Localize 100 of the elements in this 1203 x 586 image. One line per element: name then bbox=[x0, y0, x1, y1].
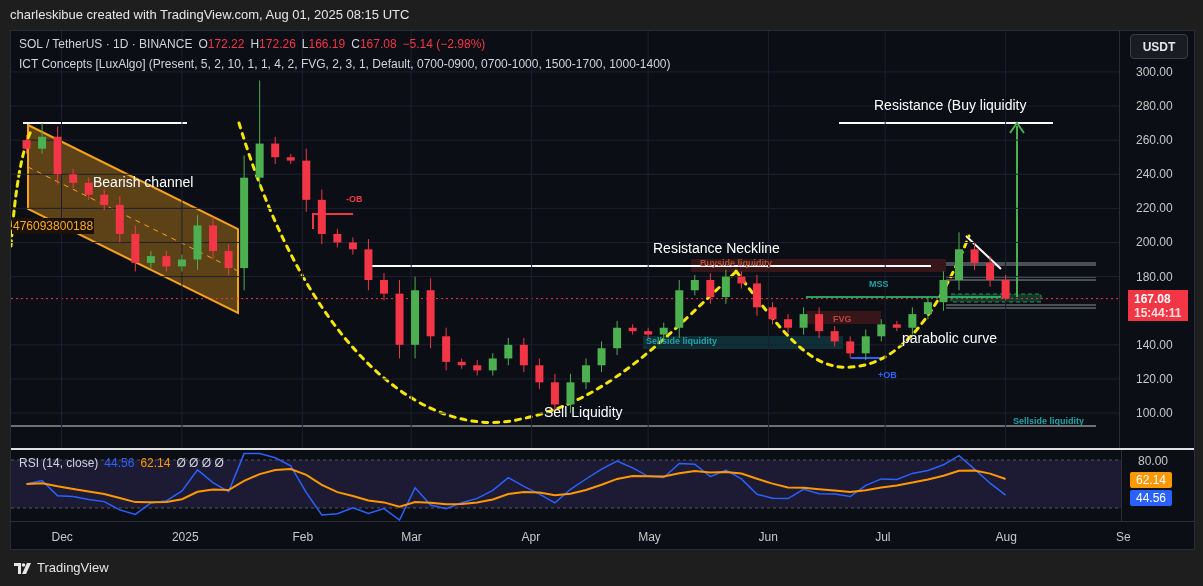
candle bbox=[442, 327, 451, 371]
zone-label: -OB bbox=[346, 194, 363, 204]
logo-icon bbox=[14, 562, 31, 574]
candle bbox=[644, 327, 653, 339]
candle bbox=[613, 320, 622, 356]
ohlc-value: L166.19 bbox=[301, 36, 346, 53]
indicator-flags: Ø Ø Ø Ø bbox=[176, 455, 224, 472]
zone-label: FVG bbox=[833, 314, 852, 324]
candle bbox=[830, 325, 839, 347]
candle bbox=[193, 214, 202, 271]
brand-name: TradingView bbox=[37, 559, 109, 578]
candle bbox=[224, 243, 233, 276]
candle bbox=[535, 357, 544, 390]
candle bbox=[582, 357, 590, 390]
candle bbox=[131, 224, 140, 272]
indicator-label: RSI (14, close) bbox=[19, 455, 99, 472]
indicator-value: 44.56 bbox=[104, 455, 135, 472]
axis-label: Dec bbox=[51, 530, 73, 544]
candle bbox=[706, 272, 715, 305]
candle bbox=[799, 306, 808, 336]
indicator-value: 62.14 bbox=[140, 455, 171, 472]
axis-label: 140.00 bbox=[1136, 337, 1173, 352]
chart-label: Sell Liquidity bbox=[544, 404, 623, 420]
candle bbox=[815, 306, 824, 339]
symbol-label: SOL / TetherUS · 1D · BINANCE bbox=[19, 36, 193, 53]
value-label: 476093800188 bbox=[12, 218, 95, 234]
indicator-label: ICT Concepts [LuxAlgo] (Present, 5, 2, 10, 1, 1, 4, 2, FVG, 2, 3, 1, Default, 0700-0900, 0700-1000, 1500-1700, 1000-1400) bbox=[19, 56, 671, 73]
value-tag: 62.14 bbox=[1130, 472, 1173, 488]
candle bbox=[675, 279, 684, 339]
candle bbox=[861, 328, 870, 361]
ohlc-value: O172.22 bbox=[198, 36, 245, 53]
candle bbox=[846, 335, 855, 359]
axis-label: 280.00 bbox=[1136, 99, 1173, 114]
change-value: −5.14 (−2.98%) bbox=[402, 36, 486, 53]
axis-label: Feb bbox=[292, 530, 314, 544]
candle bbox=[768, 301, 777, 325]
axis-label: 220.00 bbox=[1136, 201, 1173, 216]
candle bbox=[970, 242, 979, 271]
zone-label: +OB bbox=[878, 370, 897, 380]
candle bbox=[22, 134, 31, 155]
chart-label: parabolic curve bbox=[902, 330, 997, 346]
candle bbox=[84, 177, 93, 201]
countdown: 15:44:11 bbox=[1134, 305, 1182, 320]
candle bbox=[488, 352, 497, 376]
candle bbox=[177, 253, 186, 272]
candle bbox=[162, 250, 171, 272]
candle bbox=[457, 357, 466, 370]
candle bbox=[752, 274, 761, 317]
candle bbox=[1001, 274, 1010, 301]
candle bbox=[38, 122, 47, 155]
axis-label: May bbox=[638, 530, 661, 544]
candle bbox=[100, 189, 109, 211]
candle bbox=[504, 337, 513, 366]
candle bbox=[923, 296, 932, 320]
candle bbox=[784, 313, 793, 334]
axis-label: Apr bbox=[521, 530, 541, 544]
candle bbox=[348, 236, 357, 255]
candle bbox=[115, 195, 124, 243]
candle bbox=[146, 250, 155, 269]
zone-label: MSS bbox=[869, 279, 889, 289]
candle bbox=[271, 136, 280, 165]
candle bbox=[597, 340, 606, 373]
chart-label: Resistance Neckline bbox=[653, 240, 780, 256]
candle bbox=[737, 271, 746, 290]
candle bbox=[302, 148, 311, 213]
candle bbox=[69, 168, 78, 189]
chart-label: Bearish channel bbox=[93, 174, 194, 190]
axis-label: 300.00 bbox=[1136, 64, 1173, 79]
trend-line bbox=[965, 235, 1002, 270]
axis-label: Se bbox=[1116, 530, 1131, 544]
axis-label: 80.00 bbox=[1137, 453, 1169, 470]
candle bbox=[364, 238, 373, 291]
caption: charleskibue created with TradingView.com, Aug 01, 2025 08:15 UTC bbox=[10, 6, 410, 25]
axis-label: 200.00 bbox=[1136, 235, 1173, 250]
candle bbox=[519, 337, 528, 373]
candle bbox=[426, 277, 435, 349]
candle bbox=[955, 231, 963, 291]
axis-label: 180.00 bbox=[1136, 269, 1173, 284]
candle bbox=[986, 255, 995, 288]
zone-label: Sellside liquidity bbox=[1013, 416, 1084, 426]
candle bbox=[286, 153, 295, 165]
candle bbox=[877, 318, 886, 342]
axis-label: 260.00 bbox=[1136, 133, 1173, 148]
candle bbox=[53, 126, 62, 185]
ohlc-value: H172.26 bbox=[250, 36, 296, 53]
candle bbox=[333, 228, 342, 249]
axis-label: Aug bbox=[995, 530, 1017, 544]
currency-button[interactable]: USDT bbox=[1130, 34, 1188, 59]
ohlc-value: C167.08 bbox=[351, 36, 397, 53]
axis-label: 240.00 bbox=[1136, 167, 1173, 182]
price-value: 167.08 bbox=[1134, 291, 1172, 306]
candle bbox=[209, 216, 218, 261]
candle bbox=[892, 320, 901, 332]
candle bbox=[473, 359, 482, 376]
candle bbox=[628, 323, 637, 336]
axis-label: Jun bbox=[758, 530, 778, 544]
candle bbox=[721, 269, 730, 305]
chart-label: Resistance (Buy liquidity bbox=[874, 97, 1027, 113]
candle bbox=[380, 272, 388, 301]
value-tag: 44.56 bbox=[1130, 490, 1173, 506]
